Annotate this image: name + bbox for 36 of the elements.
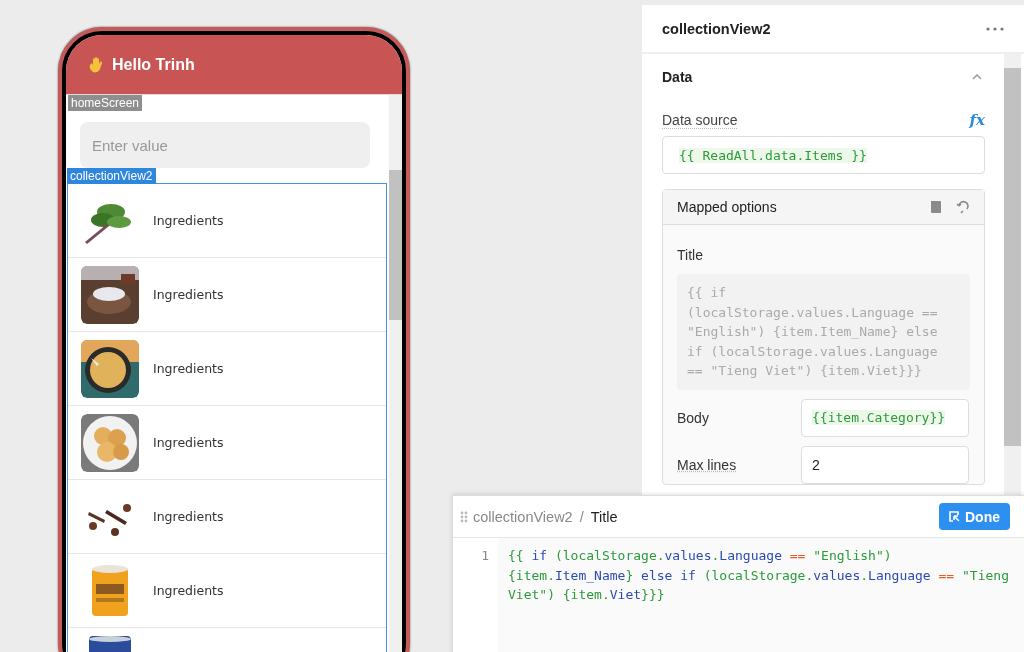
list-item[interactable]: Ingredients: [68, 554, 386, 628]
chevron-icon: [971, 73, 983, 81]
item-title: Ingredients: [153, 213, 224, 228]
line-number: 1: [481, 548, 489, 563]
field-label: Title: [677, 247, 704, 263]
search-field[interactable]: Enter value: [80, 122, 370, 168]
more-options-icon[interactable]: [986, 26, 1004, 31]
field-label: Data source: [662, 111, 738, 129]
item-title: Ingredients: [153, 509, 224, 524]
component-label: collectionView2: [67, 168, 156, 184]
screen-label: homeScreen: [68, 95, 143, 111]
reset-icon[interactable]: [956, 200, 970, 214]
breadcrumb-item: Title: [590, 508, 619, 525]
list-item[interactable]: Ingredients: [68, 332, 386, 406]
section-header[interactable]: Data: [662, 54, 985, 100]
item-title: Ingredients: [153, 361, 224, 376]
item-title: Ingredients: [153, 435, 224, 450]
list-item[interactable]: Ingredients: [68, 184, 386, 258]
list-item[interactable]: Ingredients: [68, 406, 386, 480]
app-title: Hello Trinh: [112, 55, 195, 74]
breadcrumb-item[interactable]: collectionView2: [473, 508, 573, 525]
list-item[interactable]: Ingredients: [68, 258, 386, 332]
field-label: Body: [677, 409, 710, 426]
book-icon[interactable]: [930, 200, 942, 214]
breadcrumb-separator: /: [579, 508, 584, 525]
item-title: Ingredients: [153, 287, 224, 302]
drag-handle-icon[interactable]: [460, 510, 468, 523]
max-lines-field[interactable]: 2: [801, 445, 969, 484]
item-title: Ingredients: [153, 583, 224, 598]
card-title: Mapped options: [677, 199, 778, 215]
formula-toggle[interactable]: fx: [969, 111, 985, 129]
scrollbar[interactable]: [389, 95, 402, 652]
component-name: collectionView2: [662, 20, 771, 37]
list-item[interactable]: Ingredients: [68, 480, 386, 554]
done-icon: [949, 511, 960, 522]
field-label: Max lines: [677, 456, 738, 473]
